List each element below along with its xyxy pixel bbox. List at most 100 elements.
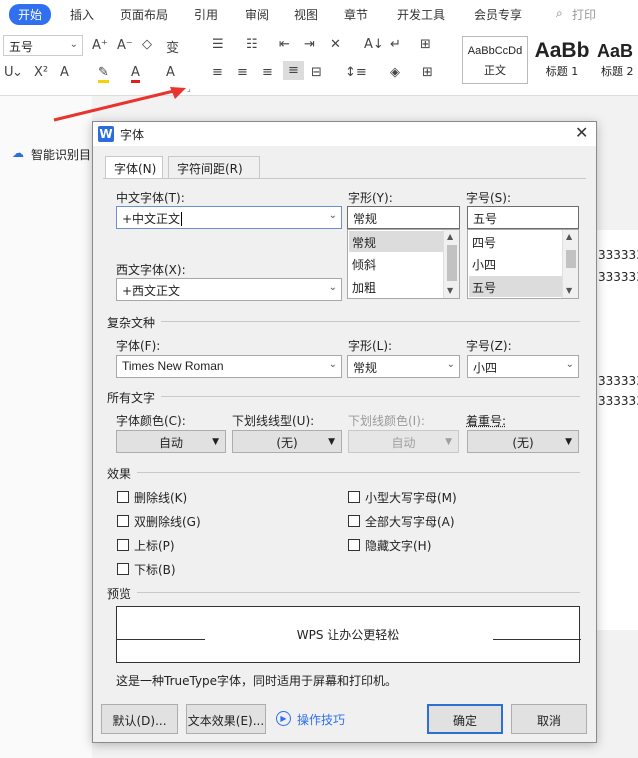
shading-icon[interactable]: ◈ xyxy=(390,65,400,80)
play-icon[interactable]: ▶ xyxy=(276,711,291,726)
scroll-thumb[interactable] xyxy=(566,250,576,268)
font-size-combo[interactable]: 五号 ⌄ xyxy=(3,35,83,56)
size-input[interactable]: 五号 xyxy=(467,206,579,229)
align-right-icon[interactable]: ≡ xyxy=(262,65,273,80)
numbered-list-icon[interactable]: ☷ xyxy=(246,37,258,52)
tab-view[interactable]: 视图 xyxy=(294,6,318,23)
dropdown-arrow-icon: ▼ xyxy=(565,437,572,447)
list-item[interactable]: 倾斜 xyxy=(349,253,443,274)
underline-type-label: 下划线线型(U): xyxy=(232,414,315,428)
bullet-list-icon[interactable]: ☰ xyxy=(212,37,224,52)
scroll-down-icon[interactable]: ▼ xyxy=(447,286,453,295)
close-icon[interactable]: ✕ xyxy=(575,123,588,142)
scroll-up-icon[interactable]: ▲ xyxy=(566,232,572,241)
borders-icon[interactable]: ⊞ xyxy=(422,65,433,80)
grow-font-icon[interactable]: A⁺ xyxy=(92,38,108,53)
justify-icon[interactable]: ≡ xyxy=(283,61,304,80)
doc-text-line: 3333333 xyxy=(598,394,638,408)
char-border-icon[interactable]: A xyxy=(166,65,175,80)
align-center-icon[interactable]: ≡ xyxy=(237,65,248,80)
scroll-down-icon[interactable]: ▼ xyxy=(566,286,572,295)
cancel-button[interactable]: 取消 xyxy=(511,704,587,734)
superscript-checkbox[interactable] xyxy=(117,539,129,551)
tab-page-layout[interactable]: 页面布局 xyxy=(120,6,168,23)
chevron-down-icon[interactable]: ⌄ xyxy=(12,65,23,80)
style-name: 标题 1 xyxy=(545,65,579,78)
search-icon[interactable]: ⌕ xyxy=(556,6,563,21)
tab-font[interactable]: 字体(N) xyxy=(105,156,163,179)
size-listbox[interactable]: 四号 小四 五号 ▲ ▼ xyxy=(467,229,579,299)
style-heading-2[interactable]: AaB 标题 2 xyxy=(596,36,638,84)
highlight-icon[interactable]: ✎ xyxy=(98,65,109,83)
complex-font-combo[interactable]: Times New Roman ⌄ xyxy=(116,355,342,378)
list-item[interactable]: 小四 xyxy=(469,253,562,274)
show-marks-icon[interactable]: ↵ xyxy=(390,37,401,52)
hidden-text-label[interactable]: 隐藏文字(H) xyxy=(365,537,431,554)
style-input[interactable]: 常规 xyxy=(347,206,460,229)
superscript-icon[interactable]: X² xyxy=(34,65,48,80)
all-caps-label[interactable]: 全部大写字母(A) xyxy=(365,513,455,530)
font-color-icon[interactable]: A xyxy=(131,65,140,83)
small-caps-label[interactable]: 小型大写字母(M) xyxy=(365,489,457,506)
text-effect-icon[interactable]: A xyxy=(60,65,69,80)
list-item[interactable]: 加粗 xyxy=(349,276,443,297)
sort-icon[interactable]: A↓ xyxy=(364,37,384,52)
emphasis-dropdown[interactable]: (无) ▼ xyxy=(467,430,579,453)
style-listbox[interactable]: 常规 倾斜 加粗 ▲ ▼ xyxy=(347,229,460,299)
section-divider xyxy=(161,396,580,397)
clear-format-icon[interactable]: ◇ xyxy=(142,37,152,52)
ok-button[interactable]: 确定 xyxy=(427,704,503,734)
list-item[interactable]: 五号 xyxy=(469,276,562,297)
print-search-hint[interactable]: 打印 xyxy=(572,6,596,23)
tab-insert[interactable]: 插入 xyxy=(70,6,94,23)
list-item[interactable]: 四号 xyxy=(469,231,562,252)
complex-style-combo[interactable]: 常规 ⌄ xyxy=(347,355,460,378)
phonetic-icon[interactable]: 变 xyxy=(166,37,179,56)
scroll-thumb[interactable] xyxy=(447,245,457,281)
distributed-icon[interactable]: ⊟ xyxy=(311,65,322,80)
smart-recognize-label[interactable]: 智能识别目 xyxy=(31,146,91,163)
underline-type-dropdown[interactable]: (无) ▼ xyxy=(232,430,342,453)
tab-developer[interactable]: 开发工具 xyxy=(397,6,445,23)
ruler-icon[interactable]: ⊞ xyxy=(420,37,431,52)
style-heading-1[interactable]: AaBb 标题 1 xyxy=(530,36,594,84)
small-caps-checkbox[interactable] xyxy=(348,491,360,503)
subscript-label[interactable]: 下标(B) xyxy=(134,561,176,578)
tab-references[interactable]: 引用 xyxy=(194,6,218,23)
chinese-font-combo[interactable]: +中文正文 ⌄ xyxy=(116,206,342,229)
subscript-checkbox[interactable] xyxy=(117,563,129,575)
tab-home[interactable]: 开始 xyxy=(9,4,52,25)
default-button[interactable]: 默认(D)... xyxy=(101,704,178,734)
complex-size-combo[interactable]: 小四 ⌄ xyxy=(467,355,579,378)
size-scrollbar[interactable]: ▲ ▼ xyxy=(562,230,578,298)
tab-review[interactable]: 审阅 xyxy=(245,6,269,23)
tab-char-spacing[interactable]: 字符间距(R) xyxy=(168,156,260,178)
double-strikethrough-label[interactable]: 双删除线(G) xyxy=(134,513,201,530)
complex-style-value: 常规 xyxy=(353,361,378,375)
strikethrough-checkbox[interactable] xyxy=(117,491,129,503)
font-color-dropdown[interactable]: 自动 ▼ xyxy=(116,430,226,453)
align-left-icon[interactable]: ≡ xyxy=(212,65,223,80)
western-font-combo[interactable]: +西文正文 ⌄ xyxy=(116,278,342,301)
increase-indent-icon[interactable]: ⇥ xyxy=(304,37,315,52)
red-arrow-annotation xyxy=(53,87,186,122)
superscript-label[interactable]: 上标(P) xyxy=(134,537,175,554)
tab-member[interactable]: 会员专享 xyxy=(474,6,522,23)
double-strikethrough-checkbox[interactable] xyxy=(117,515,129,527)
line-spacing-icon[interactable]: ↕≡ xyxy=(345,65,367,80)
scroll-up-icon[interactable]: ▲ xyxy=(447,232,453,241)
chinese-layout-icon[interactable]: ✕ xyxy=(330,37,341,52)
tips-link[interactable]: 操作技巧 xyxy=(297,711,345,728)
decrease-indent-icon[interactable]: ⇤ xyxy=(279,37,290,52)
hidden-text-checkbox[interactable] xyxy=(348,539,360,551)
tab-chapter[interactable]: 章节 xyxy=(344,6,368,23)
list-item[interactable]: 常规 xyxy=(349,231,443,252)
smart-recognize-icon: ☁ xyxy=(12,146,24,160)
style-normal[interactable]: AaBbCcDd 正文 xyxy=(462,36,528,84)
strikethrough-label[interactable]: 删除线(K) xyxy=(134,489,187,506)
chevron-down-icon: ⌄ xyxy=(446,359,455,370)
shrink-font-icon[interactable]: A⁻ xyxy=(117,38,133,53)
style-scrollbar[interactable]: ▲ ▼ xyxy=(443,230,459,298)
text-effects-button[interactable]: 文本效果(E)... xyxy=(186,704,266,734)
all-caps-checkbox[interactable] xyxy=(348,515,360,527)
